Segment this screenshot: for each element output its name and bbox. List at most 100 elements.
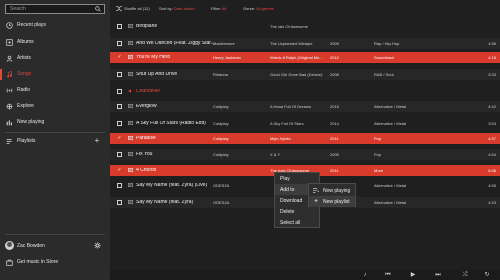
song-year: 2015: [330, 104, 339, 109]
sidebar-item-radio[interactable]: Radio: [0, 84, 110, 97]
music-file-icon: [128, 24, 133, 28]
search-icon[interactable]: [95, 6, 101, 12]
song-album: X & Y: [270, 152, 281, 157]
table-row[interactable]: Birdplane The Ials Of Awesome: [110, 21, 500, 32]
song-artist: Macklemore: [213, 41, 235, 46]
row-checkbox[interactable]: [117, 24, 122, 29]
sidebar-item-recent-plays[interactable]: Recent plays: [0, 19, 110, 32]
sidebar-divider: [5, 132, 105, 133]
table-row[interactable]: Everglow Coldplay A Head Full Of Dreams 201…: [110, 101, 500, 112]
sidebar: Search Recent plays Albums Artists Songs…: [0, 0, 110, 280]
row-checkbox[interactable]: ✓: [117, 168, 122, 173]
avatar: [5, 241, 14, 250]
shuffle-all-button[interactable]: Shuffle all (12): [124, 6, 150, 11]
song-genre: Alternative / Metal: [374, 183, 407, 188]
shuffle-icon[interactable]: [116, 6, 122, 11]
sidebar-item-label: Explore: [17, 103, 34, 109]
context-menu-select-all[interactable]: Select all: [275, 217, 319, 228]
sidebar-item-now-playing[interactable]: Now playing: [0, 116, 110, 129]
song-title: 4 Chords: [136, 168, 157, 173]
song-year: 2011: [330, 168, 339, 173]
previous-icon[interactable]: ⏮: [385, 272, 391, 278]
row-checkbox[interactable]: ✓: [117, 55, 122, 60]
music-file-icon: [128, 104, 133, 108]
song-duration: 4:23: [488, 200, 496, 205]
song-genre: Soundtrack: [374, 55, 395, 60]
song-genre: Pop: [374, 152, 382, 157]
sidebar-item-label: Now playing: [17, 119, 45, 125]
songs-toolbar: Shuffle all (12) Sort by: Date added Fil…: [110, 0, 500, 17]
song-duration: 4:55: [488, 183, 496, 188]
song-artist: Coldplay: [213, 136, 229, 141]
row-checkbox[interactable]: [117, 89, 122, 94]
row-checkbox[interactable]: [117, 104, 122, 109]
genre-dropdown[interactable]: Genre: All genres: [243, 6, 274, 11]
context-menu-delete[interactable]: Delete: [275, 206, 319, 217]
sidebar-item-label: Recent plays: [17, 22, 46, 28]
sidebar-item-label: Songs: [17, 71, 32, 77]
music-file-icon: [128, 55, 133, 59]
row-checkbox[interactable]: [117, 152, 122, 157]
table-row[interactable]: Fix You Coldplay X & Y 2005 Pop 4:54: [110, 149, 500, 160]
row-checkbox[interactable]: [117, 72, 122, 77]
search-box[interactable]: Search: [5, 4, 105, 14]
song-genre: Pop: [374, 136, 382, 141]
row-checkbox[interactable]: ✓: [117, 136, 122, 141]
song-artist: ODESZA: [213, 183, 230, 188]
song-duration: 4:54: [488, 152, 496, 157]
search-input[interactable]: Search: [10, 6, 26, 13]
sidebar-item-albums[interactable]: Albums: [0, 36, 110, 49]
song-album: A Sky Full Of Stars: [270, 121, 304, 126]
row-checkbox[interactable]: [117, 121, 122, 126]
repeat-icon[interactable]: ↻: [484, 272, 490, 278]
plus-icon: +: [314, 198, 319, 205]
submenu-now-playing[interactable]: Now playing: [309, 185, 355, 196]
volume-icon[interactable]: ♪: [362, 272, 368, 278]
row-checkbox[interactable]: [117, 200, 122, 205]
sidebar-item-label: Playlists: [17, 138, 36, 144]
table-row[interactable]: Shut Up And Drive Rihanna Good Girl Gone B…: [110, 69, 500, 80]
song-genre: More: [374, 168, 384, 173]
next-icon[interactable]: ⏭: [435, 272, 441, 278]
get-music-in-store-link[interactable]: Get music in Store: [0, 256, 110, 269]
song-genre: Alternative / Metal: [374, 121, 407, 126]
song-year: 2008: [330, 72, 339, 77]
table-row[interactable]: And We Danced (Feat. Ziggy Star... Mackle…: [110, 38, 500, 49]
sort-by-dropdown[interactable]: Sort by: Date added: [159, 6, 195, 11]
table-row[interactable]: ✓ Paradise Coldplay Mylo Xyloto 2011 Pop 4:37: [110, 133, 500, 144]
play-icon[interactable]: ▶: [410, 272, 416, 278]
table-row[interactable]: ✓ You're My Hero Henry Jackman Wreck-It Ral…: [110, 52, 500, 63]
song-duration: 4:15: [488, 55, 496, 60]
song-genre: Alternative / Metal: [374, 200, 407, 205]
table-row[interactable]: A Sky Full Of Stars (Radio Edit) Coldplay…: [110, 118, 500, 129]
table-row[interactable]: Chandelier: [110, 86, 500, 97]
filter-dropdown[interactable]: Filter: All: [211, 6, 226, 11]
song-artist: Rihanna: [213, 72, 228, 77]
song-artist: Coldplay: [213, 152, 229, 157]
row-checkbox[interactable]: [117, 183, 122, 188]
person-icon: [6, 55, 13, 62]
sidebar-item-label: Radio: [17, 87, 31, 93]
sidebar-divider: [5, 234, 105, 235]
sidebar-item-explore[interactable]: Explore: [0, 100, 110, 113]
music-file-icon: [128, 168, 133, 172]
user-profile[interactable]: Zac Bowden: [0, 239, 110, 253]
gear-icon[interactable]: [94, 242, 101, 249]
sidebar-item-artists[interactable]: Artists: [0, 52, 110, 65]
user-name: Zac Bowden: [17, 243, 45, 249]
sidebar-item-songs[interactable]: Songs: [0, 68, 110, 81]
store-icon: [6, 259, 13, 266]
song-year: 2014: [330, 121, 339, 126]
sidebar-item-label: Artists: [17, 55, 31, 61]
song-duration: 4:56: [488, 41, 496, 46]
shuffle-toggle-icon[interactable]: ⤮: [462, 272, 468, 278]
song-genre: R&B / Soul: [374, 72, 394, 77]
now-playing-icon: [6, 120, 12, 126]
album-icon: [6, 39, 13, 46]
submenu-new-playlist[interactable]: + New playlist: [309, 196, 355, 207]
song-title: Birdplane: [136, 24, 158, 29]
song-album: Mylo Xyloto: [270, 136, 291, 141]
song-duration: 5:46: [488, 168, 496, 173]
add-playlist-icon[interactable]: +: [93, 137, 101, 145]
row-checkbox[interactable]: [117, 41, 122, 46]
